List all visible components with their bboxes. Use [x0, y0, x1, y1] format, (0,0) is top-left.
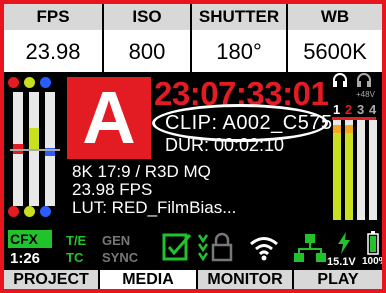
green-meter-level [29, 128, 39, 150]
shutter-label[interactable]: SHUTTER [192, 4, 288, 30]
voltage-reading: 15.1V [327, 256, 356, 268]
shutter-value[interactable]: 180° [192, 30, 288, 72]
format-info: 8K 17:9 / R3D MQ [72, 162, 211, 181]
battery-icon [367, 231, 379, 255]
media-check-icon[interactable] [162, 232, 192, 264]
media-time-remaining: 1:26 [10, 250, 41, 267]
te-label: T/E [66, 233, 87, 248]
headphones-icon-2[interactable] [356, 73, 372, 87]
channel-4-label: 4 [369, 102, 377, 117]
sync-label: SYNC [102, 250, 139, 265]
audio-meter-1-peak [333, 125, 341, 133]
network-icon[interactable] [294, 233, 326, 263]
record-arrows-icon [197, 234, 209, 262]
fps-info: 23.98 FPS [72, 180, 153, 199]
iso-value[interactable]: 800 [104, 30, 192, 72]
fps-value[interactable]: 23.98 [4, 30, 104, 72]
channel-3-label: 3 [357, 102, 365, 117]
audio-meter-4 [369, 120, 377, 220]
fps-label[interactable]: FPS [4, 4, 104, 30]
lut-info: LUT: RED_FilmBias... [72, 198, 237, 217]
audio-meter-2 [345, 120, 353, 220]
red-indicator-dot [8, 77, 19, 88]
tab-monitor[interactable]: MONITOR [198, 270, 292, 289]
iso-label[interactable]: ISO [104, 4, 192, 30]
bottom-nav: PROJECT MEDIA MONITOR PLAY [4, 270, 382, 289]
red-bottom-dot [8, 206, 19, 217]
parameter-labels: FPS ISO SHUTTER WB [4, 4, 382, 30]
lock-icon[interactable] [211, 232, 233, 264]
camera-screen: FPS ISO SHUTTER WB 23.98 800 180° 5600K … [4, 4, 382, 289]
tab-media[interactable]: MEDIA [100, 270, 196, 289]
monitor-frame: FPS ISO SHUTTER WB 23.98 800 180° 5600K … [0, 0, 386, 293]
green-bottom-dot [24, 206, 35, 217]
green-indicator-dot [24, 77, 35, 88]
parameter-values: 23.98 800 180° 5600K [4, 30, 382, 72]
blue-indicator-dot [40, 77, 51, 88]
media-type-badge[interactable]: CFX [8, 230, 52, 248]
blue-bottom-dot [40, 206, 51, 217]
headphones-icon[interactable] [332, 73, 348, 87]
tab-play[interactable]: PLAY [294, 270, 382, 289]
camera-id-tile[interactable]: A [67, 77, 151, 159]
audio-meter-2-level [345, 133, 353, 220]
audio-meter-1-level [333, 133, 341, 220]
gen-label: GEN [102, 233, 131, 248]
audio-meter-3 [357, 120, 365, 220]
battery-percent: 100% [362, 256, 382, 267]
phantom-power-label: +48V [356, 90, 375, 99]
tab-project[interactable]: PROJECT [4, 270, 98, 289]
power-bolt-icon [338, 232, 350, 254]
wb-value[interactable]: 5600K [288, 30, 382, 72]
wb-label[interactable]: WB [288, 4, 382, 30]
wifi-icon[interactable] [249, 234, 279, 262]
channel-2-label: 2 [345, 102, 353, 117]
channel-1-label: 1 [333, 102, 341, 117]
tc-label: TC [66, 250, 84, 265]
clip-duration: DUR: 00:02:10 [165, 135, 285, 155]
audio-meter-1 [333, 120, 341, 220]
meter-reference-line [10, 149, 60, 151]
audio-meter-2-peak [345, 125, 353, 133]
clip-name: CLIP: A002_C575 [165, 112, 333, 134]
